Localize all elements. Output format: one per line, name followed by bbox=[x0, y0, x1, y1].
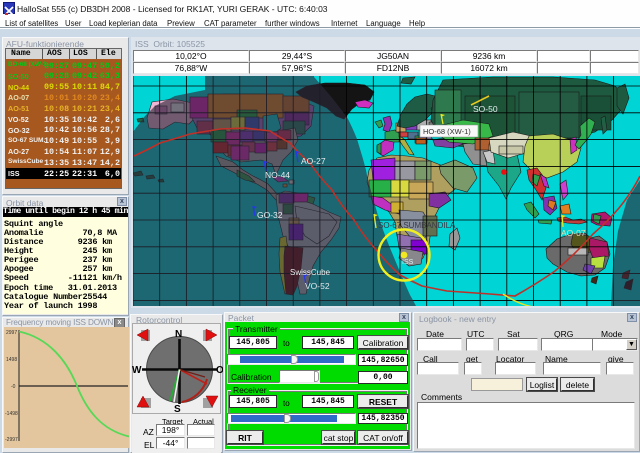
svg-text:ISS: ISS bbox=[402, 259, 414, 266]
svg-text:2997: 2997 bbox=[6, 330, 17, 336]
svg-text:O: O bbox=[216, 365, 223, 376]
svg-text:SwissCube: SwissCube bbox=[290, 268, 331, 277]
svg-text:1498: 1498 bbox=[6, 357, 17, 363]
svg-text:SO-50: SO-50 bbox=[473, 104, 498, 114]
svg-text:NO-44: NO-44 bbox=[265, 170, 290, 180]
svg-text:-2997: -2997 bbox=[5, 437, 18, 443]
svg-text:GO-32: GO-32 bbox=[257, 210, 283, 220]
svg-text:N: N bbox=[175, 329, 182, 340]
svg-text:-1498: -1498 bbox=[5, 411, 18, 417]
svg-text:-0: -0 bbox=[11, 384, 16, 390]
svg-text:W: W bbox=[132, 365, 142, 376]
svg-text:HO-68 (XW-1): HO-68 (XW-1) bbox=[423, 127, 471, 136]
svg-text:SO-67 SUMBANDILA: SO-67 SUMBANDILA bbox=[378, 221, 456, 230]
svg-text:AO-27: AO-27 bbox=[301, 156, 326, 166]
svg-text:VO-52: VO-52 bbox=[305, 281, 330, 291]
svg-text:AO-07: AO-07 bbox=[561, 228, 586, 238]
